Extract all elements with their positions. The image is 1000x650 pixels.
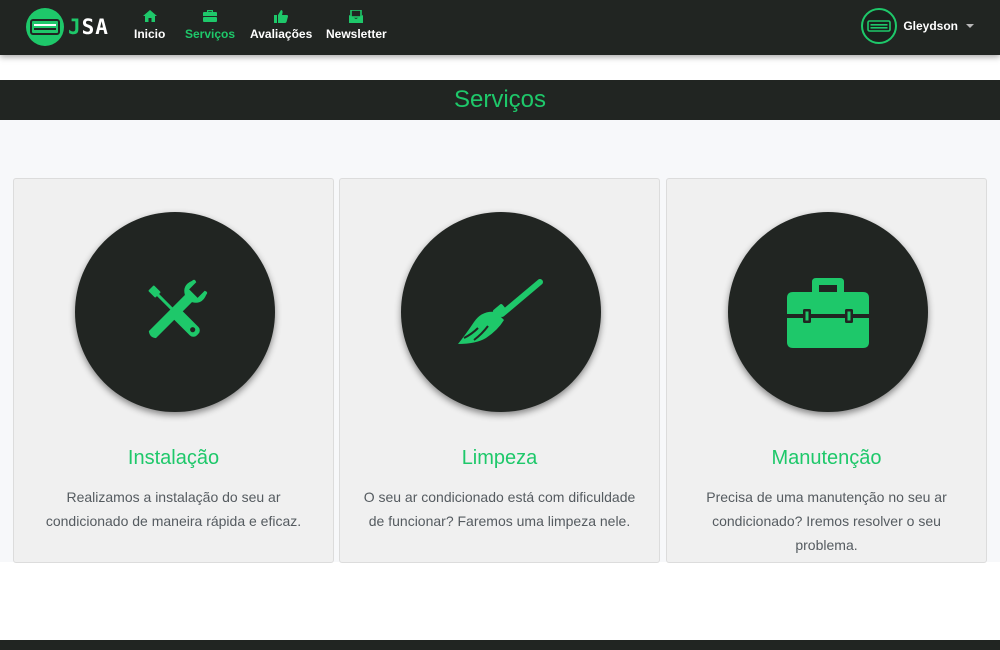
user-name: Gleydson: [903, 19, 958, 33]
card-title: Manutenção: [771, 447, 882, 469]
service-card-instalacao: Instalação Realizamos a instalação do se…: [13, 178, 334, 563]
toolbox-icon: [787, 278, 869, 348]
service-icon-circle: [728, 212, 928, 412]
avatar: [861, 8, 898, 44]
tools-icon: [148, 279, 208, 339]
user-menu-dropdown[interactable]: Gleydson: [861, 8, 974, 44]
toolbox-icon: [203, 9, 218, 23]
service-icon-circle: [401, 212, 601, 412]
thumbs-up-icon: [274, 9, 289, 23]
footer: [0, 640, 1000, 650]
nav-label-newsletter: Newsletter: [326, 27, 387, 41]
nav-item-newsletter[interactable]: Newsletter: [326, 9, 387, 41]
air-conditioner-icon: [867, 20, 892, 32]
card-title: Limpeza: [461, 447, 538, 469]
top-navbar: JSA Inicio Serviços Avaliações Newslette…: [0, 0, 1000, 55]
nav-label-avaliacoes: Avaliações: [250, 27, 313, 41]
nav-label-servicos: Serviços: [185, 27, 236, 41]
home-icon: [142, 9, 157, 23]
brand-logo-link[interactable]: JSA: [26, 8, 109, 46]
nav-label-inicio: Inicio: [134, 27, 166, 41]
air-conditioner-icon: [26, 8, 64, 46]
card-title: Instalação: [127, 447, 220, 469]
brand-letter-j: J: [68, 15, 82, 39]
card-description: Realizamos a instalação do seu ar condic…: [45, 489, 302, 529]
card-description: Precisa de uma manutenção no seu ar cond…: [706, 489, 947, 553]
card-description: O seu ar condicionado está com dificulda…: [363, 489, 636, 529]
page-title: Serviços: [453, 86, 547, 113]
nav-item-servicos[interactable]: Serviços: [185, 9, 235, 41]
section-banner: Serviços: [0, 80, 1000, 120]
service-icon-circle: [75, 212, 275, 412]
chevron-down-icon: [966, 24, 974, 28]
newsletter-icon: [349, 9, 364, 23]
nav-item-inicio[interactable]: Inicio: [134, 9, 165, 41]
brand-letters-sa: SA: [81, 15, 109, 39]
brand-name: JSA: [68, 15, 109, 39]
service-card-manutencao: Manutenção Precisa de uma manutenção no …: [666, 178, 987, 563]
service-card-limpeza: Limpeza O seu ar condicionado está com d…: [339, 178, 660, 563]
nav-item-avaliacoes[interactable]: Avaliações: [250, 9, 312, 41]
broom-icon: [458, 279, 543, 344]
